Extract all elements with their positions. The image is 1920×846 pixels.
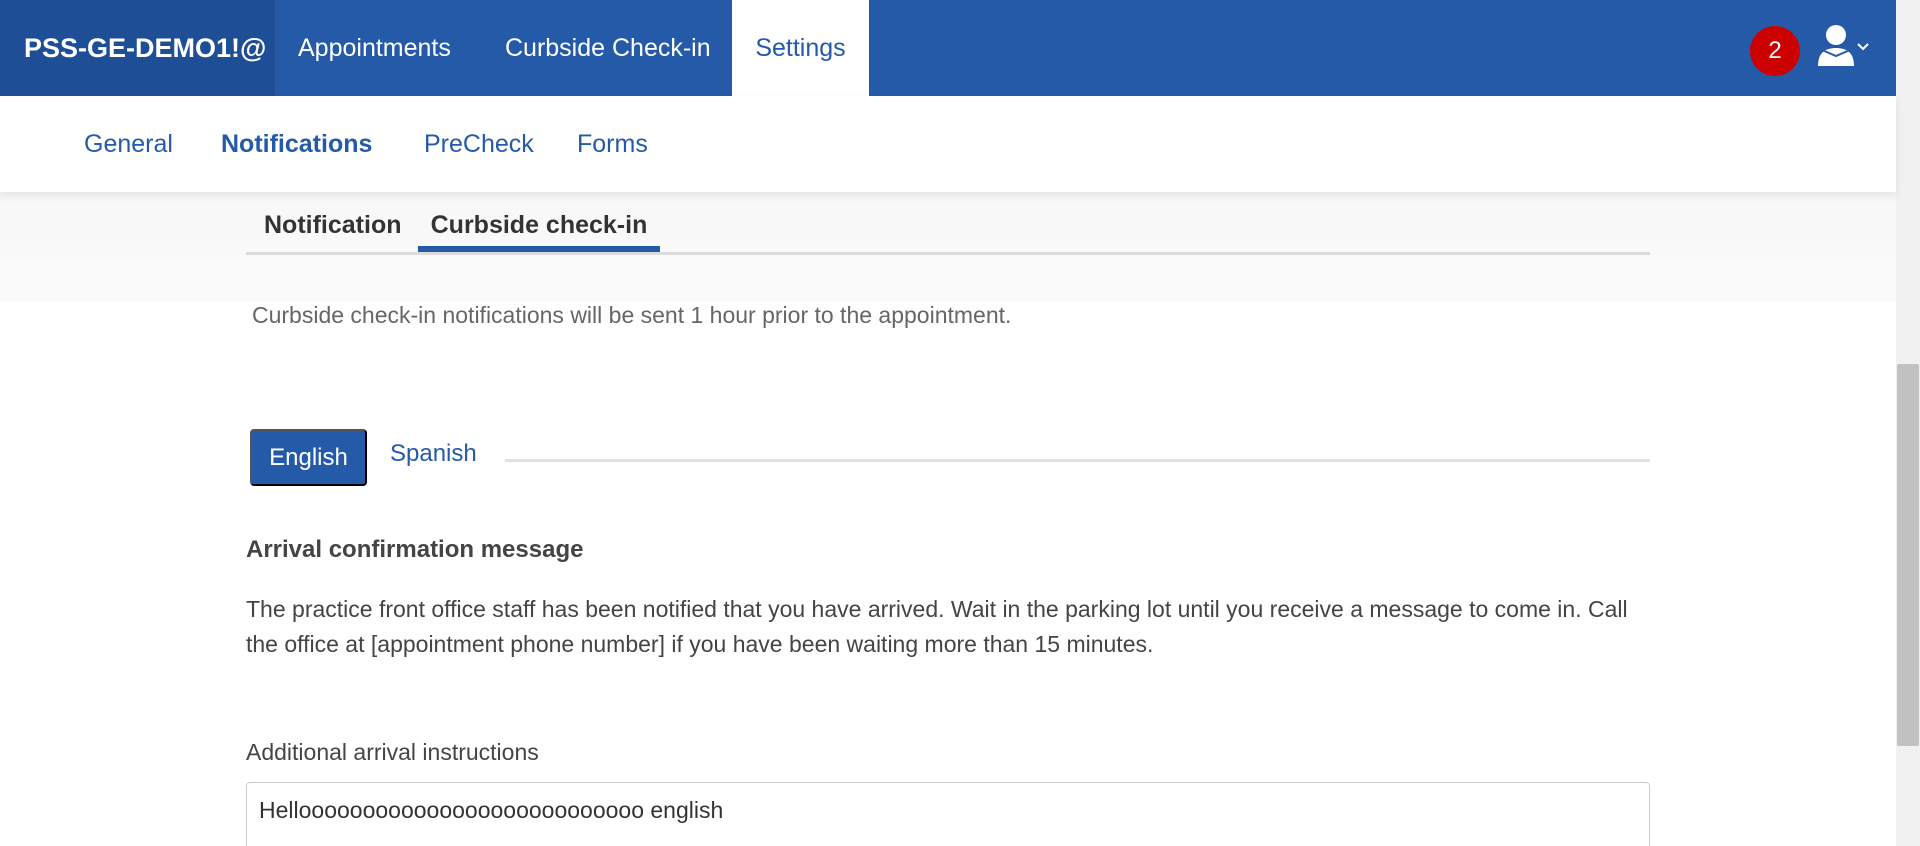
tab-notification[interactable]: Notification [264, 200, 402, 250]
settings-subnav: General Notifications PreCheck Forms [0, 96, 1896, 192]
language-tab-english[interactable]: English [250, 429, 367, 486]
additional-instructions-label: Additional arrival instructions [246, 739, 539, 765]
practice-name[interactable]: PSS-GE-DEMO1!@ [0, 0, 275, 96]
additional-instructions-input[interactable]: Hellooooooooooooooooooooooooooo english [246, 782, 1650, 846]
active-tab-indicator [418, 246, 660, 252]
language-tabs-divider [505, 459, 1650, 462]
subnav-precheck[interactable]: PreCheck [424, 96, 534, 192]
subnav-general[interactable]: General [84, 96, 173, 192]
subnav-notifications[interactable]: Notifications [221, 96, 372, 192]
arrival-confirmation-heading: Arrival confirmation message [246, 536, 584, 563]
top-navbar: PSS-GE-DEMO1!@ Appointments Curbside Che… [0, 0, 1896, 96]
user-menu[interactable] [1816, 22, 1876, 76]
nav-settings[interactable]: Settings [732, 0, 869, 96]
notification-badge[interactable]: 2 [1750, 26, 1800, 76]
subnav-forms[interactable]: Forms [577, 96, 648, 192]
scrollbar-thumb[interactable] [1897, 364, 1919, 746]
tab-curbside-check-in[interactable]: Curbside check-in [418, 200, 660, 250]
language-tab-spanish[interactable]: Spanish [390, 440, 477, 468]
nav-curbside-check-in[interactable]: Curbside Check-in [481, 0, 735, 96]
curbside-info-text: Curbside check-in notifications will be … [252, 302, 1012, 328]
arrival-confirmation-message: The practice front office staff has been… [246, 596, 1628, 657]
tabs-divider [246, 252, 1650, 255]
chevron-down-icon [1857, 43, 1869, 51]
nav-appointments[interactable]: Appointments [274, 0, 475, 96]
